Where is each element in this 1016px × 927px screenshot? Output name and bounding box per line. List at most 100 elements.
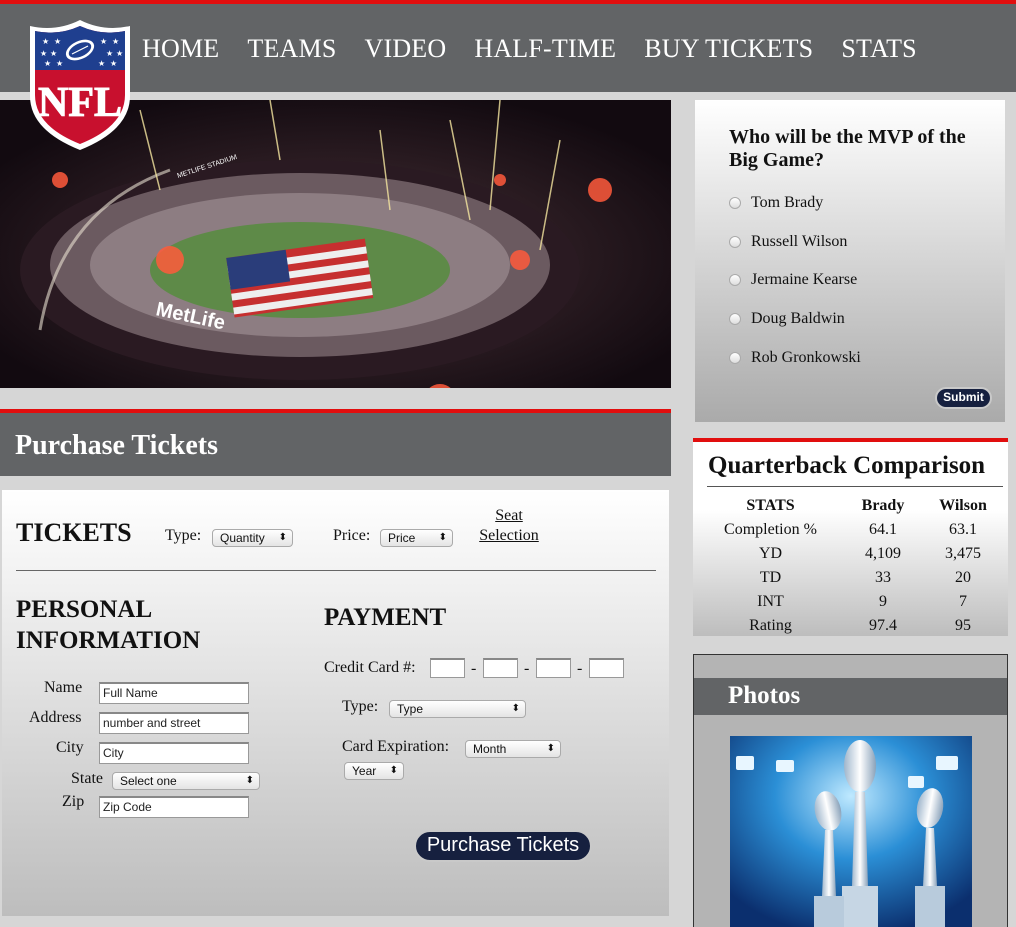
table-cell: 20 <box>955 569 971 586</box>
trophy-photo[interactable] <box>730 736 972 927</box>
column-header: STATS <box>746 497 795 514</box>
svg-text:★: ★ <box>44 59 51 68</box>
radio-button[interactable] <box>729 236 741 248</box>
svg-text:NFL: NFL <box>38 80 122 126</box>
zip-label: Zip <box>62 793 85 810</box>
purchase-tickets-button[interactable]: Purchase Tickets <box>414 830 592 862</box>
table-header-row: STATS Brady Wilson <box>693 494 1008 518</box>
radio-button[interactable] <box>729 352 741 364</box>
name-label: Name <box>44 679 83 696</box>
personal-info-heading: PERSONAL INFORMATION <box>16 594 200 656</box>
poll-option-label: Tom Brady <box>751 194 824 211</box>
svg-text:★: ★ <box>116 49 123 58</box>
name-input[interactable]: Full Name <box>99 682 249 704</box>
table-cell: Completion % <box>724 521 817 538</box>
nfl-logo[interactable]: ★ ★ ★ ★ ★ ★ ★ ★ ★ ★ ★ ★ NFL <box>26 18 134 152</box>
table-row: YD 4,109 3,475 <box>693 542 1008 566</box>
svg-text:★: ★ <box>98 59 105 68</box>
table-row: TD 33 20 <box>693 566 1008 590</box>
poll-option-label: Russell Wilson <box>751 233 848 250</box>
table-cell: 64.1 <box>869 521 897 538</box>
svg-text:★: ★ <box>100 37 107 46</box>
payment-heading: PAYMENT <box>324 604 447 631</box>
month-select[interactable]: Month <box>465 740 561 758</box>
poll-option[interactable]: Russell Wilson <box>729 233 847 251</box>
column-header: Brady <box>861 497 905 514</box>
radio-button[interactable] <box>729 313 741 325</box>
purchase-form: TICKETS Type: Quantity Price: Price Seat… <box>2 490 669 916</box>
table-cell: 9 <box>879 593 887 610</box>
table-cell: INT <box>757 593 784 610</box>
purchase-header: Purchase Tickets <box>0 409 671 476</box>
radio-button[interactable] <box>729 274 741 286</box>
poll-option-label: Rob Gronkowski <box>751 349 861 366</box>
table-cell: 3,475 <box>945 545 981 562</box>
nav-teams[interactable]: TEAMS <box>247 34 336 64</box>
card-type-label: Type: <box>342 698 379 715</box>
credit-card-label: Credit Card #: <box>324 659 416 676</box>
card-type-select[interactable]: Type <box>389 700 526 718</box>
cc-separator: - <box>471 660 477 677</box>
svg-text:★: ★ <box>112 37 119 46</box>
state-label: State <box>71 770 103 787</box>
poll-option-label: Doug Baldwin <box>751 310 845 327</box>
divider <box>707 486 1003 487</box>
zip-input[interactable]: Zip Code <box>99 796 249 818</box>
svg-text:★: ★ <box>56 59 63 68</box>
qb-comparison: Quarterback Comparison STATS Brady Wilso… <box>693 438 1008 636</box>
type-label: Type: <box>165 527 202 544</box>
svg-text:★: ★ <box>106 49 113 58</box>
svg-text:★: ★ <box>54 37 61 46</box>
poll-question: Who will be the MVP of the Big Game? <box>729 126 966 171</box>
table-row: INT 9 7 <box>693 590 1008 614</box>
city-label: City <box>56 739 84 756</box>
credit-card-field-2[interactable] <box>483 658 518 678</box>
cc-separator: - <box>577 660 583 677</box>
purchase-title: Purchase Tickets <box>15 430 219 461</box>
top-nav: HOME TEAMS VIDEO HALF-TIME BUY TICKETS S… <box>0 0 1016 92</box>
svg-text:★: ★ <box>42 37 49 46</box>
poll-option-label: Jermaine Kearse <box>751 271 858 288</box>
svg-text:★: ★ <box>50 49 57 58</box>
nav-home[interactable]: HOME <box>142 34 219 64</box>
expiration-label: Card Expiration: <box>342 738 450 755</box>
personal-heading-line2: INFORMATION <box>16 627 201 654</box>
svg-text:★: ★ <box>110 59 117 68</box>
seat-link-line2: Selection <box>479 527 539 544</box>
poll-submit-button[interactable]: Submit <box>935 387 992 409</box>
nav-half-time[interactable]: HALF-TIME <box>474 34 616 64</box>
credit-card-field-4[interactable] <box>589 658 624 678</box>
seat-link-line1: Seat <box>495 507 523 524</box>
credit-card-field-1[interactable] <box>430 658 465 678</box>
radio-button[interactable] <box>729 197 741 209</box>
city-input[interactable]: City <box>99 742 249 764</box>
nav-links: HOME TEAMS VIDEO HALF-TIME BUY TICKETS S… <box>142 34 945 64</box>
nav-video[interactable]: VIDEO <box>364 34 446 64</box>
photos-panel: Photos <box>693 654 1008 927</box>
table-cell: Rating <box>749 617 792 634</box>
seat-selection-link[interactable]: Seat Selection <box>474 506 544 546</box>
credit-card-field-3[interactable] <box>536 658 571 678</box>
mvp-poll: Who will be the MVP of the Big Game? Tom… <box>695 100 1005 422</box>
poll-option[interactable]: Tom Brady <box>729 194 823 212</box>
tickets-heading: TICKETS <box>16 518 132 547</box>
table-cell: 97.4 <box>869 617 897 634</box>
table-cell: 4,109 <box>865 545 901 562</box>
personal-heading-line1: PERSONAL <box>16 596 153 623</box>
state-select[interactable]: Select one <box>112 772 260 790</box>
nav-stats[interactable]: STATS <box>841 34 917 64</box>
table-cell: 63.1 <box>949 521 977 538</box>
quantity-select[interactable]: Quantity <box>212 529 293 547</box>
poll-option[interactable]: Doug Baldwin <box>729 310 845 328</box>
poll-option[interactable]: Jermaine Kearse <box>729 271 857 289</box>
photos-title: Photos <box>728 682 801 709</box>
address-input[interactable]: number and street <box>99 712 249 734</box>
photos-header: Photos <box>694 678 1007 715</box>
price-select[interactable]: Price <box>380 529 453 547</box>
svg-text:★: ★ <box>40 49 47 58</box>
year-select[interactable]: Year <box>344 762 404 780</box>
price-label: Price: <box>333 527 371 544</box>
poll-option[interactable]: Rob Gronkowski <box>729 349 861 367</box>
column-header: Wilson <box>939 497 987 514</box>
nav-buy-tickets[interactable]: BUY TICKETS <box>644 34 813 64</box>
